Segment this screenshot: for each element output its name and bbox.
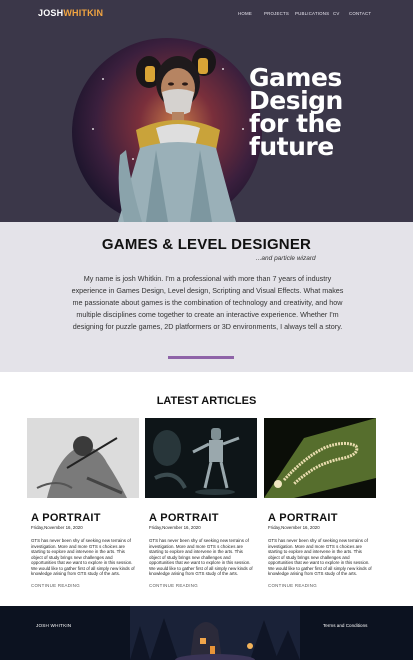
article-card[interactable]: A PORTRAIT Friday,November 16, 2020 GTS … [264, 418, 376, 588]
footer-forest-image [130, 606, 300, 660]
footer: JOSH WHITKIN Terms and Conditions [0, 606, 413, 660]
article-excerpt: GTS has never been shy of seeking new te… [31, 538, 135, 576]
article-card[interactable]: A PORTRAIT Friday,November 16, 2020 GTS … [27, 418, 139, 588]
continue-reading-link[interactable]: CONTINUE READING [31, 583, 139, 588]
article-card[interactable]: A PORTRAIT Friday,November 16, 2020 GTS … [145, 418, 257, 588]
nav-links: HOME PROJECTS PUBLICATIONS CV CONTACT [238, 11, 373, 16]
logo-last-name: WHITKIN [63, 8, 104, 18]
article-title[interactable]: A PORTRAIT [31, 512, 139, 524]
article-image-necklace [264, 418, 376, 498]
article-thumbnail[interactable] [264, 418, 376, 498]
article-excerpt: GTS has never been shy of seeking new te… [268, 538, 372, 576]
article-title[interactable]: A PORTRAIT [149, 512, 257, 524]
latest-articles-heading: LATEST ARTICLES [156, 395, 257, 407]
article-date: Friday,November 16, 2020 [31, 525, 83, 530]
top-nav: JOSHWHITKIN HOME PROJECTS PUBLICATIONS C… [0, 0, 413, 30]
hero-title: Games Design for the future [249, 65, 343, 161]
role-subtitle: ...and particle wizard [256, 255, 316, 262]
nav-home-link[interactable]: HOME [238, 11, 264, 16]
article-image-robot [145, 418, 257, 498]
footer-name: JOSH WHITKIN [36, 623, 72, 628]
hero-section: JOSHWHITKIN HOME PROJECTS PUBLICATIONS C… [0, 0, 413, 222]
hero-character-illustration [118, 48, 236, 222]
section-divider [168, 356, 234, 359]
article-thumbnail[interactable] [27, 418, 139, 498]
site-logo[interactable]: JOSHWHITKIN [38, 8, 103, 18]
article-date: Friday,November 16, 2020 [268, 525, 320, 530]
article-date: Friday,November 16, 2020 [149, 525, 201, 530]
bio-text: My name is josh Whitkin. I'm a professio… [71, 274, 344, 331]
role-heading: GAMES & LEVEL DESIGNER [101, 236, 312, 253]
article-excerpt: GTS has never been shy of seeking new te… [149, 538, 253, 576]
article-thumbnail[interactable] [145, 418, 257, 498]
page: JOSHWHITKIN HOME PROJECTS PUBLICATIONS C… [0, 0, 413, 660]
terms-link[interactable]: Terms and Conditions [323, 623, 367, 628]
nav-cv-link[interactable]: CV [333, 11, 349, 16]
article-title[interactable]: A PORTRAIT [268, 512, 376, 524]
continue-reading-link[interactable]: CONTINUE READING [268, 583, 376, 588]
continue-reading-link[interactable]: CONTINUE READING [149, 583, 257, 588]
nav-projects-link[interactable]: PROJECTS [264, 11, 295, 16]
article-image-sketch [27, 418, 139, 498]
nav-contact-link[interactable]: CONTACT [349, 11, 373, 16]
intro-section: GAMES & LEVEL DESIGNER ...and particle w… [0, 222, 413, 372]
nav-publications-link[interactable]: PUBLICATIONS [295, 11, 333, 16]
logo-first-name: JOSH [38, 8, 64, 18]
hero-title-line: future [249, 132, 334, 161]
